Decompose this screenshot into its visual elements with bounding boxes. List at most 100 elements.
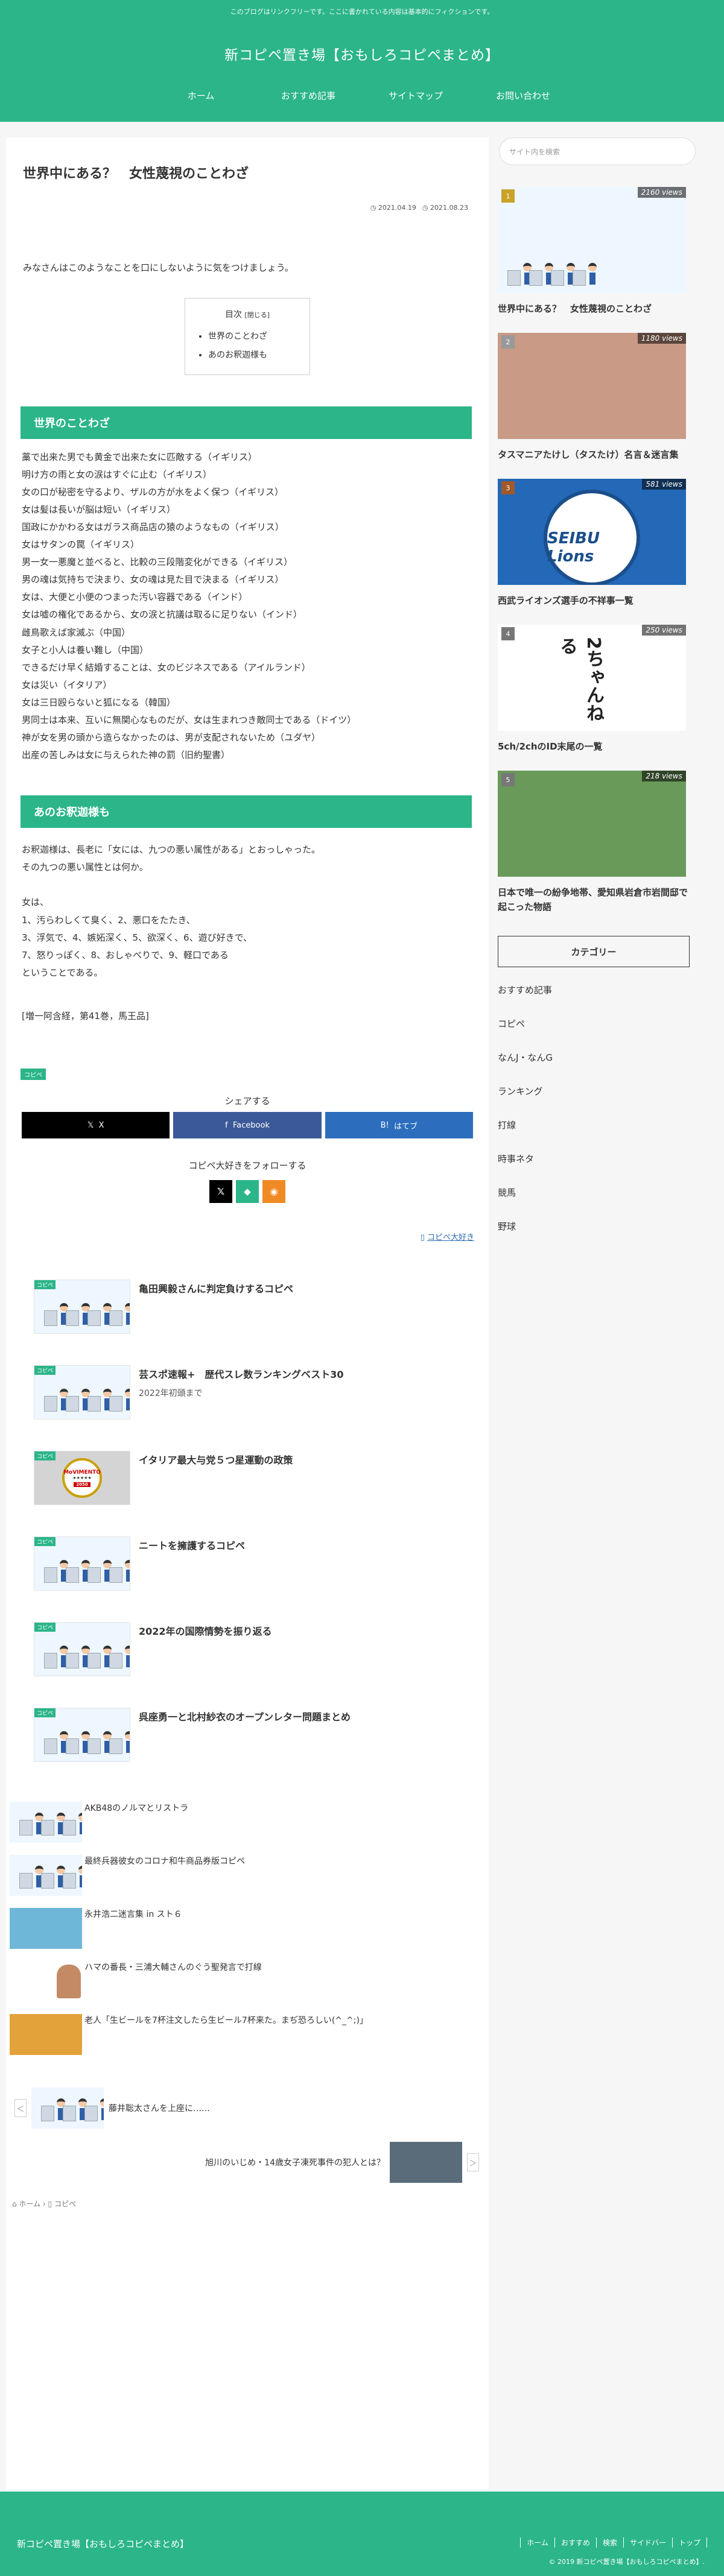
footer-nav-search[interactable]: 検索: [595, 2537, 623, 2548]
toc-item[interactable]: 世界のことわざ: [208, 327, 299, 346]
category-link[interactable]: 野球: [498, 1216, 703, 1249]
printer-shape: [19, 1820, 33, 1836]
printer-shape: [87, 1567, 101, 1583]
follow-title: コピペ大好きをフォローする: [188, 1160, 306, 1172]
printer-shape: [63, 2106, 76, 2122]
search-input[interactable]: サイト内を検索: [499, 137, 696, 165]
category-link[interactable]: なんJ・なんG: [498, 1047, 703, 1081]
chevron-right-icon: ＞: [467, 2153, 479, 2172]
breadcrumb-category[interactable]: コピペ: [54, 2200, 76, 2208]
office-illustration: [39, 1626, 130, 1672]
popular-post[interactable]: 2ちゃんねる 4 250 views 5ch/2chのID末尾の一覧: [498, 625, 703, 754]
twoch-logo: 2ちゃんねる: [556, 637, 604, 722]
author-link[interactable]: ▯ コピペ大好き: [6, 1203, 489, 1242]
article-dates: 2021.04.19 2021.08.23: [6, 182, 489, 212]
printer-shape: [66, 1396, 79, 1412]
popular-post[interactable]: 5 218 views 日本で唯一の紛争地帯、愛知県岩倉市岩間邸で起こった物語: [498, 771, 703, 914]
popular-title: 日本で唯一の紛争地帯、愛知県岩倉市岩間邸で起こった物語: [498, 887, 688, 912]
popular-thumb: SEIBU Lions 3 581 views: [498, 479, 686, 585]
category-link[interactable]: 競馬: [498, 1182, 703, 1216]
printer-shape: [109, 1567, 122, 1583]
body-line: 3、浮気で、4、嫉妬深く、5、欲深く、6、遊び好きで、: [22, 932, 252, 943]
related-post[interactable]: コピペ 2022年の国際情勢を振り返る: [34, 1622, 489, 1708]
recent-post[interactable]: 老人「生ビールを7杯注文したら生ビール7杯来た。まぢ恐ろしい(^_^;)」: [10, 2014, 489, 2067]
recent-title: 最終兵器彼女のコロナ和牛商品券版コピペ: [84, 1857, 245, 1867]
category-link[interactable]: コピペ: [498, 1013, 703, 1047]
printer-shape: [109, 1653, 122, 1669]
related-post[interactable]: コピペ 芸スポ速報+ 歴代スレ数ランキングベスト30 2022年初頭まで: [34, 1365, 489, 1451]
site-footer: 新コピペ置き場【おもしろコピペまとめ】 ホーム おすすめ 検索 サイドバー トッ…: [0, 2492, 724, 2576]
related-post[interactable]: コピペ ニートを擁護するコピペ: [34, 1536, 489, 1622]
proverb-line: 女は、大便と小便のつまった汚い容器である（インド）: [22, 592, 248, 603]
nav-home[interactable]: ホーム: [147, 89, 255, 102]
proverb-line: 女の口が秘密を守るより、ザルの方が水をよく保つ（イギリス）: [22, 486, 284, 497]
person-shape: [100, 2098, 104, 2107]
proverb-line: 女は髪は長いが脳は短い（イギリス）: [22, 504, 176, 515]
footer-title[interactable]: 新コピペ置き場【おもしろコピペまとめ】: [17, 2537, 189, 2550]
office-illustration: [39, 1284, 130, 1330]
footer-nav-recommended[interactable]: おすすめ: [554, 2537, 596, 2548]
share-hatena-button[interactable]: B! はてブ: [325, 1112, 473, 1139]
category-tag: コピペ: [34, 1366, 56, 1375]
category-link[interactable]: 時事ネタ: [498, 1148, 703, 1182]
rss-icon[interactable]: ◉: [262, 1180, 285, 1204]
lions-logo: SEIBU Lions: [544, 490, 640, 585]
person-shape: [125, 1646, 130, 1655]
popular-post[interactable]: 1 2160 views 世界中にある？ 女性蔑視のことわざ: [498, 187, 703, 316]
site-title[interactable]: 新コピペ置き場【おもしろコピペまとめ】: [0, 43, 724, 64]
recent-post[interactable]: 最終兵器彼女のコロナ和牛商品券版コピペ: [10, 1855, 489, 1908]
feedly-icon[interactable]: ◆: [236, 1180, 259, 1204]
breadcrumb: ⌂ ホーム › ▯ コピペ: [12, 2200, 76, 2209]
share-facebook-button[interactable]: f Facebook: [173, 1112, 322, 1139]
category-link[interactable]: 打線: [498, 1114, 703, 1148]
category-link[interactable]: おすすめ記事: [498, 979, 703, 1013]
prev-post-thumb: [31, 2088, 104, 2129]
main-content: 世界中にある？ 女性蔑視のことわざ 2021.04.19 2021.08.23 …: [6, 137, 489, 2489]
related-text: 亀田興毅さんに判定負けするコピペ: [130, 1280, 293, 1365]
printer-shape: [87, 1653, 101, 1669]
printer-shape: [84, 2106, 98, 2122]
category-widget-title: カテゴリー: [498, 936, 690, 967]
related-post[interactable]: MoVIMENTO ★★★★★ 2050 コピペ イタリア最大与党５つ星運動の政策: [34, 1451, 489, 1536]
footer-nav-home[interactable]: ホーム: [520, 2537, 554, 2548]
related-post[interactable]: コピペ 呉座勇一と北村紗衣のオープンレター問題まとめ: [34, 1708, 489, 1793]
category-badge[interactable]: コピペ: [21, 1069, 46, 1081]
popular-post[interactable]: 2 1180 views タスマニアたけし（タスたけ）名言＆迷言集: [498, 333, 703, 462]
popular-post[interactable]: SEIBU Lions 3 581 views 西武ライオンズ選手の不祥事一覧: [498, 479, 703, 608]
person-shape: [125, 1303, 130, 1312]
next-post-title: 旭川のいじめ・14歳女子凍死事件の犯人とは？: [205, 2158, 385, 2168]
share-x-button[interactable]: 𝕏 X: [22, 1112, 170, 1139]
prev-post-link[interactable]: ＜ 藤井聡太さんを上座に……: [14, 2088, 210, 2129]
category-list: おすすめ記事 コピペ なんJ・なんG ランキング 打線 時事ネタ 競馬 野球: [498, 979, 703, 1249]
copyright: © 2019 新コピペ置き場【おもしろコピペまとめ】.: [548, 2558, 705, 2566]
x-icon[interactable]: 𝕏: [209, 1180, 232, 1204]
next-post-link[interactable]: 旭川のいじめ・14歳女子凍死事件の犯人とは？ ＞: [205, 2142, 479, 2183]
related-title: 呉座勇一と北村紗衣のオープンレター問題まとめ: [139, 1711, 351, 1723]
view-count: 2160 views: [637, 187, 686, 198]
related-title: 亀田興毅さんに判定負けするコピペ: [139, 1283, 294, 1295]
recent-post[interactable]: AKB48のノルマとリストラ: [10, 1802, 489, 1855]
footer-nav-top[interactable]: トップ: [672, 2537, 707, 2548]
category-link[interactable]: ランキング: [498, 1081, 703, 1114]
related-post[interactable]: コピペ 亀田興毅さんに判定負けするコピペ: [34, 1280, 489, 1365]
nav-contact[interactable]: お問い合わせ: [469, 89, 577, 102]
recent-post[interactable]: ハマの番長・三浦大輔さんのぐう聖発言で打線: [10, 1961, 489, 2014]
recent-post[interactable]: 永井浩二迷言集 in スト６: [10, 1908, 489, 1961]
chevron-left-icon: ＜: [14, 2099, 27, 2118]
proverb-line: 女子と小人は養い難し（中国）: [22, 644, 149, 655]
nav-recommended[interactable]: おすすめ記事: [255, 89, 362, 102]
nav-sitemap[interactable]: サイトマップ: [362, 89, 469, 102]
breadcrumb-home[interactable]: ホーム: [19, 2200, 40, 2208]
body-line: [22, 876, 472, 894]
toc-title: 目次: [224, 310, 242, 320]
printer-shape: [66, 1738, 79, 1755]
footer-nav-sidebar[interactable]: サイドバー: [623, 2537, 672, 2548]
proverb-line: できるだけ早く結婚することは、女のビジネスである（アイルランド）: [22, 661, 311, 673]
category-tag: コピペ: [34, 1537, 56, 1547]
category-tag: コピペ: [34, 1623, 56, 1632]
toc-item[interactable]: あのお釈迦様も: [208, 346, 299, 365]
toc-toggle[interactable]: [閉じる]: [244, 311, 270, 319]
category-tag: コピペ: [34, 1708, 56, 1718]
body-line: お釈迦様は、長老に「女には、九つの悪い属性がある」とおっしゃった。: [22, 844, 321, 856]
popular-thumb: 5 218 views: [498, 771, 686, 877]
